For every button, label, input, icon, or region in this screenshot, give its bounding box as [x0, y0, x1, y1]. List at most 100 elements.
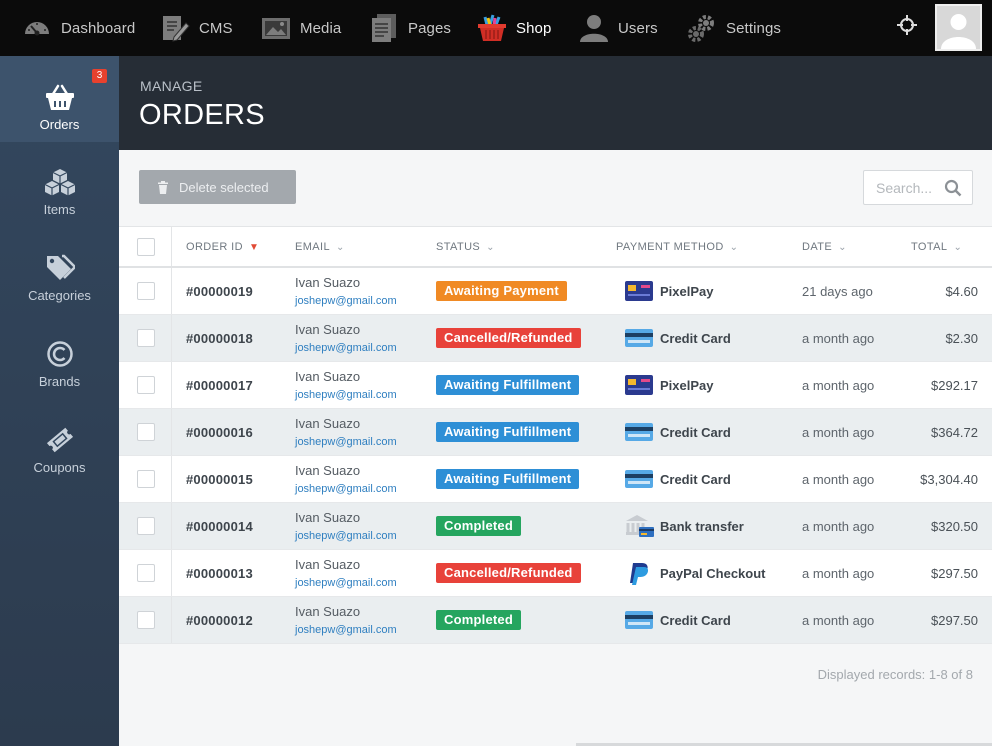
order-id[interactable]: #00000012 — [186, 613, 253, 628]
sidebar: 3 Orders Items Categories Brands Coupons — [0, 56, 119, 746]
row-checkbox[interactable] — [137, 423, 155, 441]
order-total: $364.72 — [931, 425, 978, 440]
table-row[interactable]: #00000014 Ivan Suazo joshepw@gmail.com Comp… — [119, 503, 992, 550]
col-date-label: DATE — [802, 241, 833, 253]
row-checkbox[interactable] — [137, 564, 155, 582]
payment-method-label: PayPal Checkout — [660, 566, 766, 581]
order-total: $297.50 — [931, 613, 978, 628]
status-badge: Awaiting Fulfillment — [436, 469, 580, 489]
sidebar-item-categories[interactable]: Categories — [0, 228, 119, 314]
main-content: Delete selected ORDER ID ▼ EMAIL ⌄ STATUS ⌄… — [119, 150, 992, 746]
col-payment-method[interactable]: PAYMENT METHOD ⌄ — [616, 241, 738, 253]
row-checkbox[interactable] — [137, 329, 155, 347]
column-divider — [171, 409, 172, 455]
column-divider — [171, 597, 172, 643]
image-icon — [261, 13, 291, 43]
col-status[interactable]: STATUS ⌄ — [436, 241, 495, 253]
customer-email-link[interactable]: joshepw@gmail.com — [295, 436, 397, 448]
customer-email-link[interactable]: joshepw@gmail.com — [295, 389, 397, 401]
table-row[interactable]: #00000012 Ivan Suazo joshepw@gmail.com Comp… — [119, 597, 992, 644]
ticket-icon — [46, 427, 73, 453]
sidebar-item-categories-label: Categories — [28, 288, 91, 303]
column-divider — [171, 315, 172, 361]
col-total[interactable]: TOTAL ⌄ — [911, 241, 962, 253]
copyright-icon — [46, 341, 73, 367]
table-row[interactable]: #00000019 Ivan Suazo joshepw@gmail.com Awai… — [119, 268, 992, 315]
column-divider — [171, 550, 172, 596]
status-badge: Awaiting Payment — [436, 281, 567, 301]
customer-name: Ivan Suazo — [295, 463, 361, 478]
sidebar-item-coupons[interactable]: Coupons — [0, 400, 119, 486]
order-date: a month ago — [802, 613, 875, 628]
customer-name: Ivan Suazo — [295, 322, 361, 337]
status-badge: Completed — [436, 516, 521, 536]
sidebar-item-items[interactable]: Items — [0, 142, 119, 228]
order-id[interactable]: #00000017 — [186, 378, 253, 393]
payment-method-label: Credit Card — [660, 472, 731, 487]
nav-dashboard[interactable]: Dashboard — [22, 0, 135, 56]
pixelpay-icon — [624, 279, 654, 303]
order-date: a month ago — [802, 566, 875, 581]
customer-email-link[interactable]: joshepw@gmail.com — [295, 624, 397, 636]
sidebar-item-orders[interactable]: 3 Orders — [0, 56, 119, 142]
row-checkbox[interactable] — [137, 470, 155, 488]
table-row[interactable]: #00000018 Ivan Suazo joshepw@gmail.com Canc… — [119, 315, 992, 362]
table-row[interactable]: #00000017 Ivan Suazo joshepw@gmail.com Awai… — [119, 362, 992, 409]
nav-users[interactable]: Users — [579, 0, 658, 56]
avatar[interactable] — [935, 4, 982, 51]
status-badge: Awaiting Fulfillment — [436, 422, 580, 442]
order-id[interactable]: #00000015 — [186, 472, 253, 487]
order-id[interactable]: #00000014 — [186, 519, 253, 534]
search-box[interactable] — [863, 170, 973, 205]
nav-pages[interactable]: Pages — [369, 0, 451, 56]
page-section-label: MANAGE — [140, 78, 203, 94]
trash-icon — [158, 180, 168, 194]
customer-name: Ivan Suazo — [295, 510, 361, 525]
pages-icon — [369, 13, 399, 43]
customer-email-link[interactable]: joshepw@gmail.com — [295, 530, 397, 542]
status-badge: Awaiting Fulfillment — [436, 375, 580, 395]
crosshair-icon[interactable] — [896, 14, 918, 36]
nav-cms[interactable]: CMS — [160, 0, 233, 56]
order-id[interactable]: #00000019 — [186, 284, 253, 299]
gears-icon — [687, 13, 717, 43]
row-checkbox[interactable] — [137, 517, 155, 535]
column-divider — [171, 456, 172, 502]
nav-shop-label: Shop — [516, 19, 552, 37]
col-date[interactable]: DATE ⌄ — [802, 241, 847, 253]
tags-icon — [46, 254, 75, 280]
order-total: $320.50 — [931, 519, 978, 534]
customer-email-link[interactable]: joshepw@gmail.com — [295, 577, 397, 589]
bank-icon — [624, 514, 654, 538]
nav-settings[interactable]: Settings — [687, 0, 781, 56]
customer-email-link[interactable]: joshepw@gmail.com — [295, 342, 397, 354]
customer-name: Ivan Suazo — [295, 369, 361, 384]
table-row[interactable]: #00000016 Ivan Suazo joshepw@gmail.com Awai… — [119, 409, 992, 456]
delete-selected-label: Delete selected — [179, 179, 269, 195]
nav-pages-label: Pages — [408, 19, 452, 37]
col-order-id[interactable]: ORDER ID ▼ — [186, 241, 259, 253]
order-id[interactable]: #00000018 — [186, 331, 253, 346]
sidebar-item-brands[interactable]: Brands — [0, 314, 119, 400]
nav-shop[interactable]: Shop — [477, 0, 551, 56]
nav-cms-label: CMS — [199, 19, 233, 37]
nav-media[interactable]: Media — [261, 0, 341, 56]
table-header: ORDER ID ▼ EMAIL ⌄ STATUS ⌄ PAYMENT METHOD ⌄… — [119, 226, 992, 268]
row-checkbox[interactable] — [137, 376, 155, 394]
row-checkbox[interactable] — [137, 282, 155, 300]
top-navbar: Dashboard CMS Media Pages Shop Users Set… — [0, 0, 992, 56]
select-all-checkbox[interactable] — [137, 238, 155, 256]
row-checkbox[interactable] — [137, 611, 155, 629]
col-email[interactable]: EMAIL ⌄ — [295, 241, 345, 253]
customer-email-link[interactable]: joshepw@gmail.com — [295, 483, 397, 495]
order-date: a month ago — [802, 378, 875, 393]
customer-email-link[interactable]: joshepw@gmail.com — [295, 295, 397, 307]
order-id[interactable]: #00000013 — [186, 566, 253, 581]
order-id[interactable]: #00000016 — [186, 425, 253, 440]
table-row[interactable]: #00000013 Ivan Suazo joshepw@gmail.com Canc… — [119, 550, 992, 597]
status-badge: Cancelled/Refunded — [436, 563, 581, 583]
search-icon[interactable] — [944, 179, 962, 197]
search-input[interactable] — [876, 180, 940, 196]
table-row[interactable]: #00000015 Ivan Suazo joshepw@gmail.com Awai… — [119, 456, 992, 503]
delete-selected-button[interactable]: Delete selected — [139, 170, 296, 204]
